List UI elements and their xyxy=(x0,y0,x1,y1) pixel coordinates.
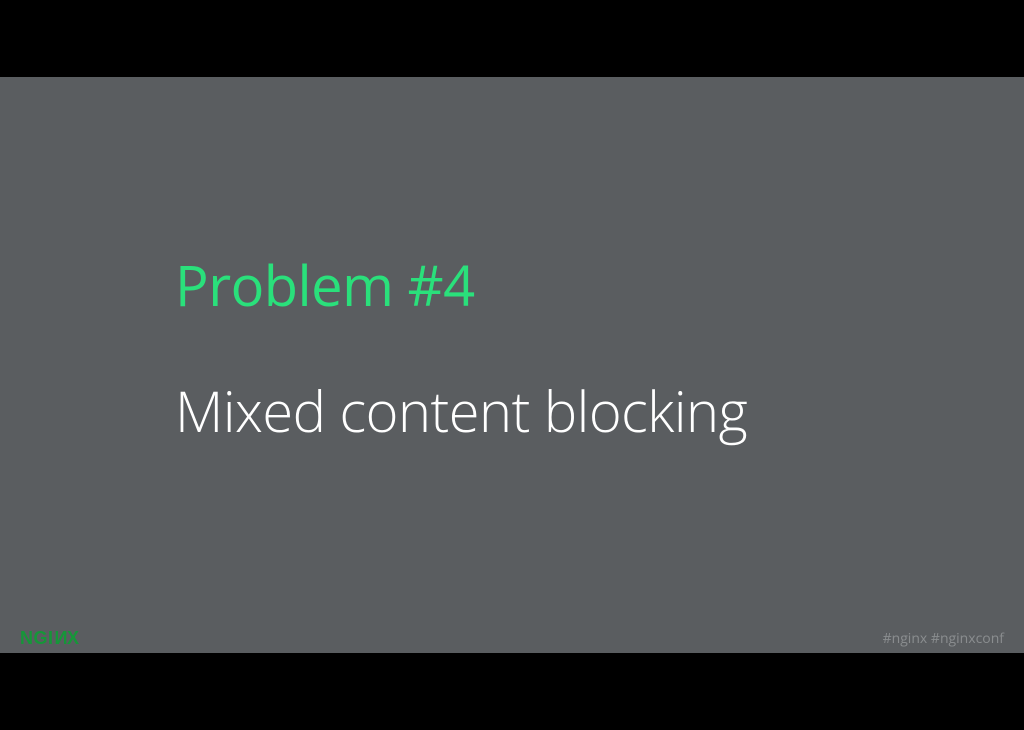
slide-subheading: Mixed content blocking xyxy=(175,373,1024,449)
slide-content: Problem #4 Mixed content blocking xyxy=(0,77,1024,449)
slide-heading: Problem #4 xyxy=(175,247,1024,323)
footer-hashtags: #nginx #nginxconf xyxy=(883,629,1004,648)
presentation-slide: Problem #4 Mixed content blocking NGINX … xyxy=(0,77,1024,653)
logo-text-flipped: N xyxy=(54,628,68,649)
slide-footer: NGINX #nginx #nginxconf xyxy=(0,623,1024,653)
nginx-logo: NGINX xyxy=(20,628,80,649)
logo-text-part3: X xyxy=(67,628,80,648)
logo-text-part1: NGI xyxy=(20,628,54,648)
